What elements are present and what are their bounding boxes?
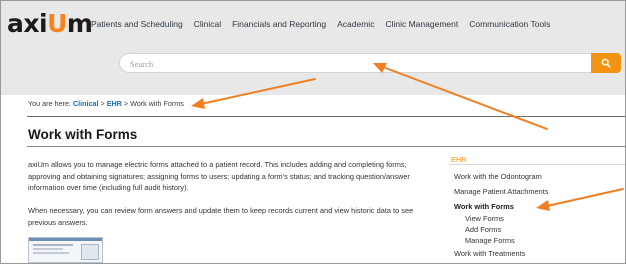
breadcrumb-separator: > bbox=[123, 99, 129, 108]
nav-item-clinical[interactable]: Clinical bbox=[194, 19, 221, 29]
nav-item-clinic-management[interactable]: Clinic Management bbox=[385, 19, 458, 29]
sidebar-subitem-add-forms[interactable]: Add Forms bbox=[465, 225, 501, 234]
search-icon bbox=[601, 58, 611, 68]
breadcrumb: You are here: Clinical > EHR > Work with… bbox=[28, 99, 184, 108]
breadcrumb-current: Work with Forms bbox=[130, 99, 184, 108]
divider bbox=[27, 146, 625, 147]
main-nav: Patients and Scheduling Clinical Financi… bbox=[91, 19, 550, 29]
sidebar-heading[interactable]: EHR bbox=[451, 155, 467, 164]
search-input[interactable]: Search bbox=[119, 53, 591, 73]
sidebar-item-work-with-forms[interactable]: Work with Forms bbox=[454, 202, 514, 211]
divider bbox=[27, 116, 625, 117]
annotation-arrowhead-breadcrumb bbox=[191, 98, 205, 109]
breadcrumb-prefix: You are here: bbox=[28, 99, 71, 108]
nav-item-financials-and-reporting[interactable]: Financials and Reporting bbox=[232, 19, 326, 29]
breadcrumb-link-ehr[interactable]: EHR bbox=[107, 99, 122, 108]
divider bbox=[449, 164, 625, 165]
breadcrumb-separator: > bbox=[100, 99, 105, 108]
sidebar-item-work-with-treatments[interactable]: Work with Treatments bbox=[454, 249, 525, 258]
logo-text-axi: axi bbox=[7, 9, 48, 38]
breadcrumb-link-clinical[interactable]: Clinical bbox=[73, 99, 99, 108]
page-title: Work with Forms bbox=[28, 127, 138, 142]
annotation-arrow-sidebar bbox=[546, 188, 624, 207]
site-header: axiUm Patients and Scheduling Clinical F… bbox=[1, 1, 625, 95]
nav-item-patients-and-scheduling[interactable]: Patients and Scheduling bbox=[91, 19, 183, 29]
sidebar-subitem-manage-forms[interactable]: Manage Forms bbox=[465, 236, 515, 245]
nav-item-academic[interactable]: Academic bbox=[337, 19, 374, 29]
axium-logo[interactable]: axiUm bbox=[7, 9, 93, 38]
review-paragraph: When necessary, you can review form answ… bbox=[28, 206, 414, 227]
intro-paragraph: axiUm allows you to manage electric form… bbox=[28, 160, 410, 193]
page-frame: axiUm Patients and Scheduling Clinical F… bbox=[0, 0, 626, 264]
logo-text-u: U bbox=[47, 9, 67, 38]
screenshot-thumbnail[interactable] bbox=[28, 237, 103, 263]
sidebar-item-manage-patient-attachments[interactable]: Manage Patient Attachments bbox=[454, 187, 549, 196]
nav-item-communication-tools[interactable]: Communication Tools bbox=[469, 19, 550, 29]
annotation-arrowhead-sidebar bbox=[536, 200, 550, 211]
search-button[interactable] bbox=[591, 53, 621, 73]
sidebar-item-work-with-odontogram[interactable]: Work with the Odontogram bbox=[454, 172, 542, 181]
sidebar-subitem-view-forms[interactable]: View Forms bbox=[465, 214, 504, 223]
logo-text-m: m bbox=[66, 9, 93, 38]
